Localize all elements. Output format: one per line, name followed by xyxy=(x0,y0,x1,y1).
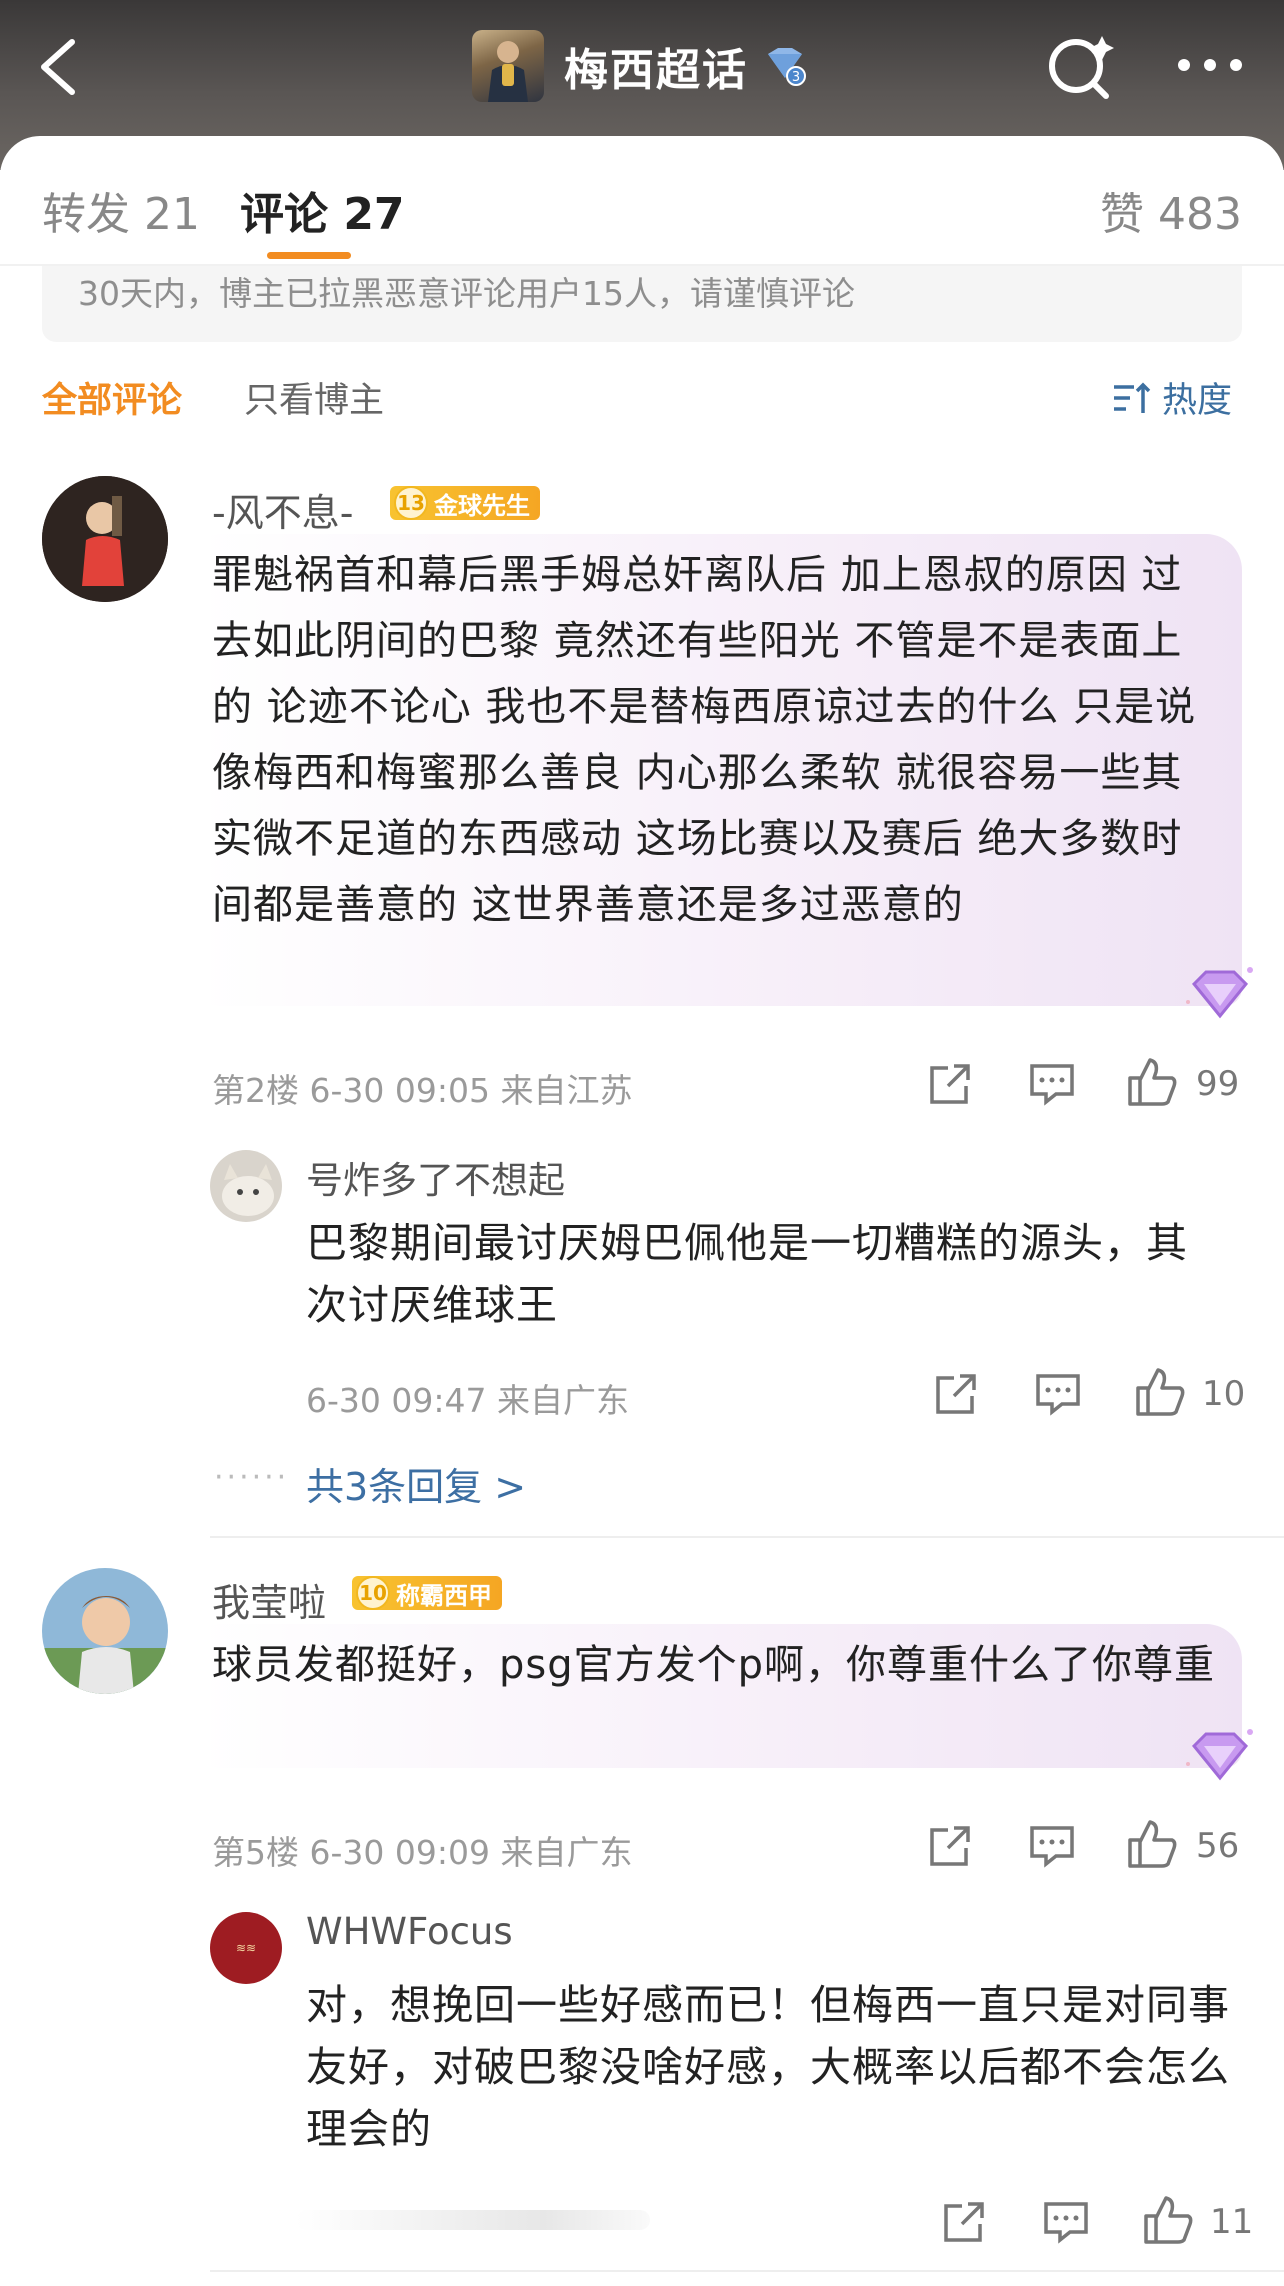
share-icon[interactable] xyxy=(926,1060,974,1108)
comment-icon[interactable] xyxy=(1034,1370,1082,1418)
comment-username[interactable]: -风不息- xyxy=(212,482,353,537)
sort-label: 热度 xyxy=(1162,381,1233,421)
like-icon[interactable] xyxy=(1142,2194,1194,2246)
search-icon xyxy=(1049,36,1114,99)
share-icon[interactable] xyxy=(940,2198,988,2246)
back-arrow-icon xyxy=(41,39,75,95)
purple-diamond-decoration-icon xyxy=(1186,1729,1253,1781)
fan-badge-label: 称霸西甲 xyxy=(396,1581,492,1610)
filter-author-only[interactable]: 只看博主 xyxy=(244,372,384,423)
fan-badge: 10 称霸西甲 xyxy=(352,1576,502,1610)
tab-bar: 转发 21 评论 27 赞 483 xyxy=(0,136,1284,266)
avatar[interactable]: ≋≋ xyxy=(210,1912,282,1984)
comment-divider xyxy=(210,1536,1284,1538)
avatar[interactable] xyxy=(42,1568,168,1694)
more-options-button[interactable] xyxy=(1170,40,1250,90)
purple-diamond-decoration-icon xyxy=(1186,967,1253,1019)
back-button[interactable] xyxy=(28,32,98,102)
comment-icon[interactable] xyxy=(1028,1060,1076,1108)
fan-badge: 13 金球先生 xyxy=(390,486,540,520)
comment-text: 球员发都挺好，psg官方发个p啊，你尊重什么了你尊重 xyxy=(212,1642,1216,1688)
tab-likes[interactable]: 赞 483 xyxy=(1100,178,1242,242)
comment-username[interactable]: 我莹啦 xyxy=(212,1572,326,1627)
like-icon[interactable] xyxy=(1126,1818,1178,1870)
comment-sheet: 转发 21 评论 27 赞 483 30天内，博主已拉黑恶意评论用户15人，请谨… xyxy=(0,136,1284,2286)
more-replies-link[interactable]: 共3条回复 > xyxy=(306,1456,526,1511)
comment-meta: 第5楼 6-30 09:09 来自广东 xyxy=(212,1833,633,1872)
filter-all-comments[interactable]: 全部评论 xyxy=(42,372,182,423)
diamond-badge-icon: 3 xyxy=(768,48,806,86)
reply-username[interactable]: 号炸多了不想起 xyxy=(306,1150,565,1204)
like-icon[interactable] xyxy=(1134,1366,1186,1418)
fan-level: 10 xyxy=(356,1576,390,1610)
reply-meta: 6-30 09:47 来自广东 xyxy=(306,1381,629,1420)
more-replies-dots: ······ xyxy=(214,1460,290,1495)
comment-meta: 第2楼 6-30 09:05 来自江苏 xyxy=(212,1071,633,1110)
topic-title-group[interactable]: 梅西超话 3 xyxy=(472,28,808,104)
like-count: 99 xyxy=(1196,1064,1240,1104)
comment-icon[interactable] xyxy=(1042,2198,1090,2246)
block-notice: 30天内，博主已拉黑恶意评论用户15人，请谨慎评论 xyxy=(42,266,1242,342)
reply-username[interactable]: WHWFocus xyxy=(306,1910,513,1953)
sort-by-heat-button[interactable]: 热度 xyxy=(1112,372,1232,423)
share-icon[interactable] xyxy=(932,1370,980,1418)
comment-divider xyxy=(210,2270,1284,2272)
tab-repost[interactable]: 转发 21 xyxy=(42,178,200,242)
filter-row: 全部评论 只看博主 热度 xyxy=(0,372,1284,442)
sort-icon xyxy=(1114,382,1151,413)
search-button[interactable] xyxy=(1040,26,1120,106)
topic-avatar xyxy=(472,30,544,102)
tab-comments[interactable]: 评论 27 xyxy=(240,178,405,242)
fan-level: 13 xyxy=(394,486,428,520)
avatar[interactable] xyxy=(42,476,168,602)
active-tab-indicator xyxy=(267,252,351,259)
comment-icon[interactable] xyxy=(1028,1822,1076,1870)
like-count: 10 xyxy=(1202,1374,1246,1414)
fan-badge-label: 金球先生 xyxy=(434,491,530,520)
like-count: 11 xyxy=(1210,2202,1254,2242)
svg-text:3: 3 xyxy=(792,70,800,85)
reply-text: 对，想挽回一些好感而已！但梅西一直只是对同事友好，对破巴黎没啥好感，大概率以后都… xyxy=(306,1981,1230,2153)
like-icon[interactable] xyxy=(1126,1056,1178,1108)
like-count: 56 xyxy=(1196,1826,1240,1866)
comment-text: 罪魁祸首和幕后黑手姆总奸离队后 加上恩叔的原因 过去如此阴间的巴黎 竟然还有些阳… xyxy=(212,552,1197,928)
svg-text:≋≋: ≋≋ xyxy=(236,1941,256,1955)
reply-text: 巴黎期间最讨厌姆巴佩他是一切糟糕的源头，其次讨厌维球王 xyxy=(306,1219,1188,1329)
reply-meta-placeholder xyxy=(296,2210,650,2230)
topic-title: 梅西超话 xyxy=(564,45,748,96)
avatar[interactable] xyxy=(210,1150,282,1222)
notice-text: 30天内，博主已拉黑恶意评论用户15人，请谨慎评论 xyxy=(78,274,855,313)
share-icon[interactable] xyxy=(926,1822,974,1870)
more-dots-icon xyxy=(1178,59,1242,71)
